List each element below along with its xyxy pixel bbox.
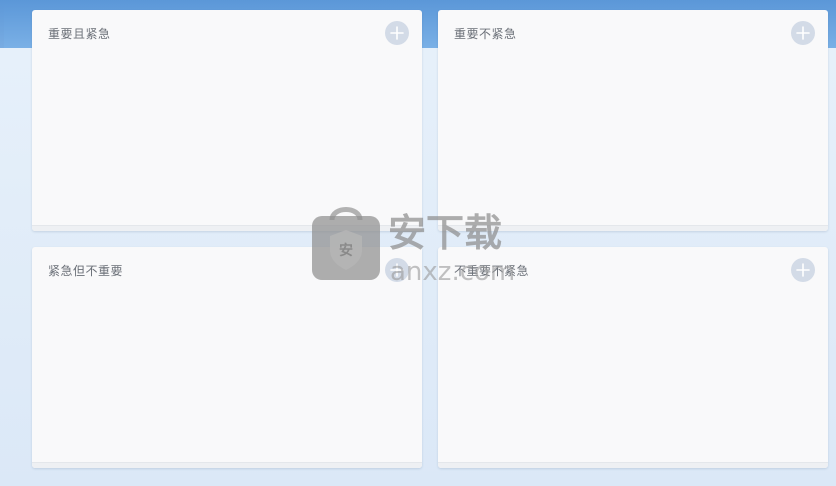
quadrant-not-important-not-urgent: 不重要不紧急 — [438, 247, 828, 468]
add-task-button[interactable] — [385, 258, 409, 282]
quadrant-title: 重要不紧急 — [454, 27, 517, 41]
add-task-button[interactable] — [385, 21, 409, 45]
plus-icon — [796, 263, 810, 277]
quadrant-important-urgent: 重要且紧急 — [32, 10, 422, 231]
add-task-button[interactable] — [791, 258, 815, 282]
add-task-button[interactable] — [791, 21, 815, 45]
quadrant-title: 紧急但不重要 — [48, 264, 124, 278]
plus-icon — [390, 26, 404, 40]
plus-icon — [390, 263, 404, 277]
plus-icon — [796, 26, 810, 40]
quadrant-title: 不重要不紧急 — [454, 264, 530, 278]
quadrant-title: 重要且紧急 — [48, 27, 111, 41]
quadrant-important-not-urgent: 重要不紧急 — [438, 10, 828, 231]
quadrant-urgent-not-important: 紧急但不重要 — [32, 247, 422, 468]
